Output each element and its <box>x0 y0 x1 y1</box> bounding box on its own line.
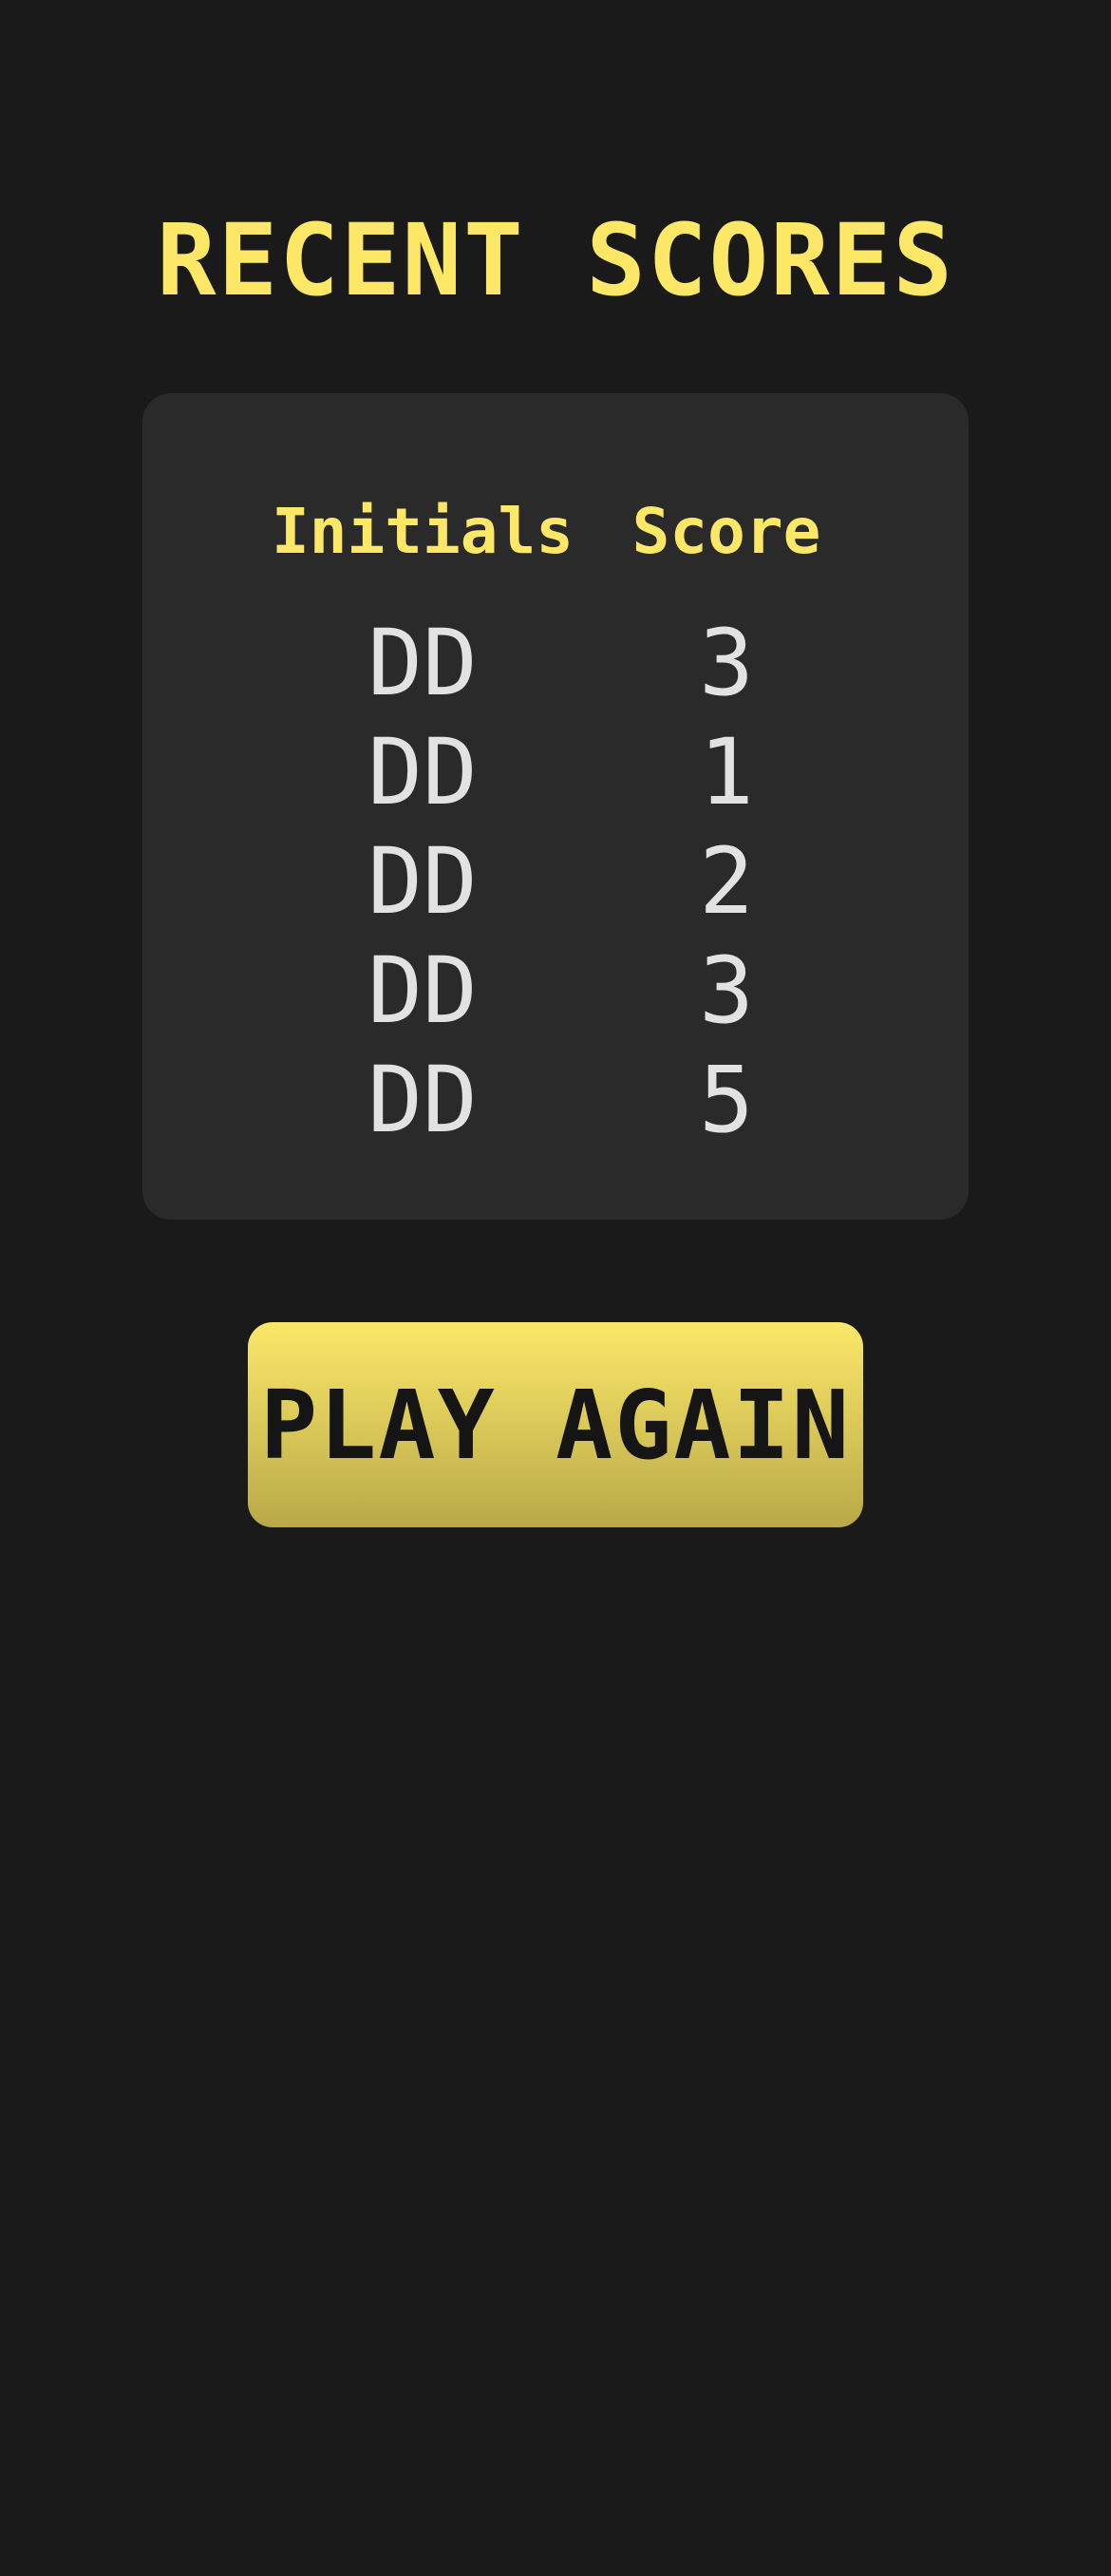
score-row: DD 5 <box>142 1045 969 1154</box>
recent-scores-panel: Initials Score DD 3 DD 1 DD 2 DD 3 DD 5 <box>142 393 969 1220</box>
score-row: DD 1 <box>142 717 969 826</box>
score-row: DD 3 <box>142 608 969 717</box>
score-row-initials: DD <box>367 718 478 825</box>
play-again-button[interactable]: PLAY AGAIN <box>248 1322 863 1527</box>
scores-rows: DD 3 DD 1 DD 2 DD 3 DD 5 <box>142 608 969 1154</box>
initials-column-header: Initials <box>272 494 574 568</box>
scores-header-row: Initials Score <box>142 488 969 574</box>
score-row-score: 2 <box>699 827 754 935</box>
score-row: DD 2 <box>142 826 969 936</box>
score-row-score: 5 <box>699 1046 754 1153</box>
score-row-score: 3 <box>699 609 754 716</box>
score-row-initials: DD <box>367 1046 478 1153</box>
score-row: DD 3 <box>142 936 969 1045</box>
score-row-initials: DD <box>367 609 478 716</box>
score-column-header: Score <box>631 494 821 568</box>
score-row-initials: DD <box>367 937 478 1044</box>
page-title: RECENT SCORES <box>157 202 954 318</box>
score-row-initials: DD <box>367 827 478 935</box>
score-row-score: 1 <box>699 718 754 825</box>
scores-table: Initials Score DD 3 DD 1 DD 2 DD 3 DD 5 <box>142 488 969 1154</box>
score-row-score: 3 <box>699 937 754 1044</box>
